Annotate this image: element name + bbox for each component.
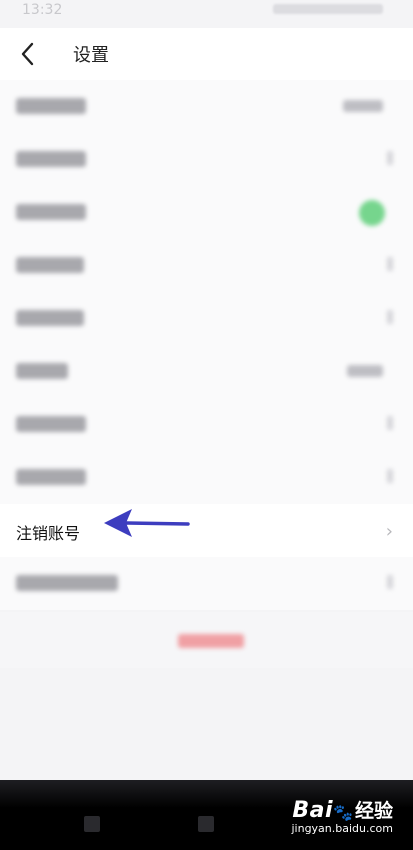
settings-row-blurred[interactable] <box>0 80 413 133</box>
row-label-obscured <box>16 363 68 379</box>
row-value-obscured <box>343 100 383 112</box>
settings-row-blurred[interactable] <box>0 398 413 451</box>
watermark-brand-suffix: 经验 <box>354 800 393 822</box>
row-value-obscured <box>347 365 383 377</box>
row-label-obscured <box>16 416 86 432</box>
paw-icon: 🐾 <box>333 803 353 822</box>
settings-row-blurred[interactable] <box>0 557 413 610</box>
row-label-obscured <box>16 310 84 326</box>
watermark-brand: Bai <box>292 798 334 823</box>
status-time: 13:32 <box>22 2 63 18</box>
chevron-right-icon <box>387 469 393 483</box>
status-icons <box>273 4 383 14</box>
settings-row-blurred[interactable] <box>0 345 413 398</box>
row-label-obscured <box>16 469 86 485</box>
row-label-obscured <box>16 204 86 220</box>
watermark-url: jingyan.baidu.com <box>291 822 393 835</box>
settings-row-blurred[interactable] <box>0 292 413 345</box>
nav-home-key[interactable] <box>198 816 214 832</box>
back-button[interactable] <box>12 38 44 70</box>
settings-row-blurred[interactable] <box>0 239 413 292</box>
settings-list: 注销账号 › <box>0 80 413 610</box>
row-label-obscured <box>16 151 86 167</box>
logout-label-obscured <box>178 634 244 648</box>
chevron-right-icon <box>387 575 393 589</box>
deactivate-account-label: 注销账号 <box>16 524 81 543</box>
chevron-right-icon: › <box>385 521 393 542</box>
top-nav-bar: 设置 <box>0 28 413 80</box>
row-label-obscured <box>16 575 118 591</box>
row-label-obscured <box>16 98 86 114</box>
page-title: 设置 <box>73 45 109 66</box>
chevron-right-icon <box>387 257 393 271</box>
toggle-switch[interactable] <box>359 200 385 226</box>
row-label-obscured <box>16 257 84 273</box>
baidu-jingyan-watermark: Bai🐾 经验 jingyan.baidu.com <box>291 796 393 835</box>
settings-row-deactivate-account[interactable]: 注销账号 › <box>0 504 413 557</box>
settings-row-toggle[interactable] <box>0 186 413 239</box>
logout-button[interactable] <box>0 612 413 668</box>
nav-back-key[interactable] <box>84 816 100 832</box>
settings-row-blurred[interactable] <box>0 133 413 186</box>
settings-row-blurred[interactable] <box>0 451 413 504</box>
pointer-arrow-icon <box>104 509 190 537</box>
chevron-right-icon <box>387 310 393 324</box>
chevron-right-icon <box>387 416 393 430</box>
chevron-right-icon <box>387 151 393 165</box>
chevron-left-icon <box>21 42 34 66</box>
status-bar: 13:32 <box>0 0 413 24</box>
